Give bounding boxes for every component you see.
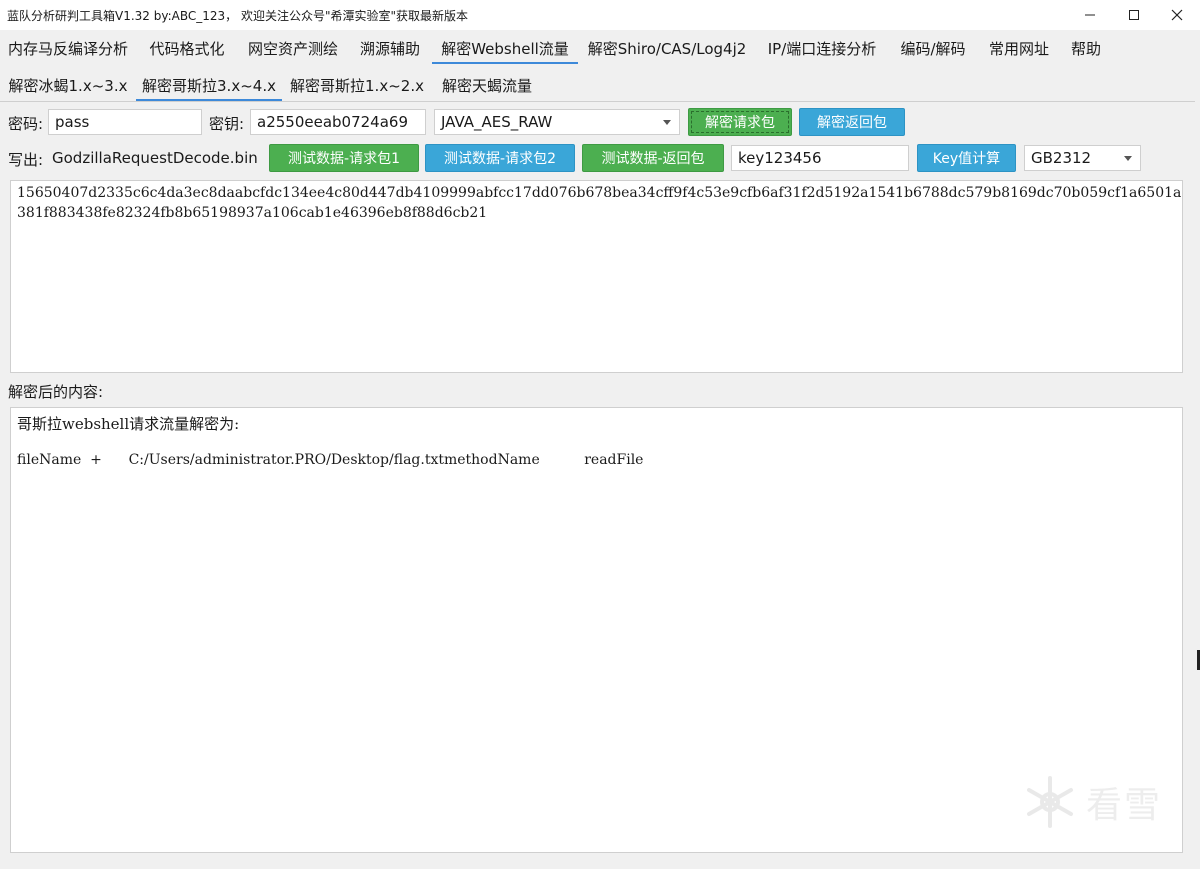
tab-tianxie[interactable]: 解密天蝎流量 bbox=[432, 70, 542, 102]
tab-behinder-1-3[interactable]: 解密冰蝎1.x~3.x bbox=[2, 70, 134, 102]
window-title: 蓝队分析研判工具箱V1.32 by:ABC_123， 欢迎关注公众号"希潭实验室… bbox=[7, 9, 469, 23]
ciphertext-line-1: 15650407d2335c6c4da3ec8daabcfdc134ee4c80… bbox=[17, 185, 1182, 201]
maximize-icon bbox=[1129, 10, 1139, 20]
tab-godzilla-3-4[interactable]: 解密哥斯拉3.x~4.x bbox=[136, 70, 282, 101]
password-input[interactable]: pass bbox=[48, 109, 202, 135]
menu-asset-mapping[interactable]: 网空资产测绘 bbox=[238, 30, 348, 68]
password-label: 密码: bbox=[8, 115, 44, 133]
snowflake-icon bbox=[1026, 776, 1073, 828]
crypto-mode-select[interactable]: JAVA_AES_RAW bbox=[434, 109, 680, 135]
chevron-down-icon bbox=[663, 120, 671, 125]
output-filename: GodzillaRequestDecode.bin bbox=[52, 149, 258, 167]
menu-decrypt-webshell[interactable]: 解密Webshell流量 bbox=[432, 30, 578, 64]
minimize-icon bbox=[1085, 14, 1095, 16]
decrypt-request-button[interactable]: 解密请求包 bbox=[688, 108, 792, 136]
chevron-down-icon bbox=[1124, 156, 1132, 161]
key-value-input[interactable]: key123456 bbox=[731, 145, 909, 171]
encoding-select[interactable]: GB2312 bbox=[1024, 145, 1141, 171]
menu-ip-port-analysis[interactable]: IP/端口连接分析 bbox=[756, 30, 888, 68]
ciphertext-input-area[interactable]: 15650407d2335c6c4da3ec8daabcfdc134ee4c80… bbox=[10, 180, 1183, 373]
test-request2-button[interactable]: 测试数据-请求包2 bbox=[425, 144, 575, 172]
menu-help[interactable]: 帮助 bbox=[1062, 30, 1110, 68]
menu-common-urls[interactable]: 常用网址 bbox=[978, 30, 1060, 68]
tab-godzilla-1-2[interactable]: 解密哥斯拉1.x~2.x bbox=[284, 70, 430, 102]
decrypted-content-label: 解密后的内容: bbox=[8, 383, 104, 401]
close-button[interactable] bbox=[1155, 0, 1199, 30]
watermark: 看雪 bbox=[1022, 774, 1162, 830]
close-icon bbox=[1171, 9, 1183, 21]
title-bar: 蓝队分析研判工具箱V1.32 by:ABC_123， 欢迎关注公众号"希潭实验室… bbox=[0, 0, 1200, 30]
menu-memshell-decompile[interactable]: 内存马反编译分析 bbox=[0, 30, 136, 68]
decrypt-response-button[interactable]: 解密返回包 bbox=[799, 108, 905, 136]
watermark-text: 看雪 bbox=[1085, 785, 1162, 826]
webshell-subtabs: 解密冰蝎1.x~3.x 解密哥斯拉3.x~4.x 解密哥斯拉1.x~2.x 解密… bbox=[0, 70, 1195, 102]
menu-trace-assist[interactable]: 溯源辅助 bbox=[350, 30, 430, 68]
key-input[interactable]: a2550eeab0724a69 bbox=[250, 109, 426, 135]
test-request1-button[interactable]: 测试数据-请求包1 bbox=[269, 144, 419, 172]
minimize-button[interactable] bbox=[1068, 0, 1112, 30]
key-label: 密钥: bbox=[209, 115, 245, 133]
crypto-mode-value: JAVA_AES_RAW bbox=[441, 113, 553, 131]
menu-encode-decode[interactable]: 编码/解码 bbox=[890, 30, 976, 68]
decrypted-line: fileName + C:/Users/administrator.PRO/De… bbox=[17, 452, 644, 468]
encoding-value: GB2312 bbox=[1031, 149, 1092, 167]
decrypted-output-area[interactable]: 哥斯拉webshell请求流量解密为: fileName + C:/Users/… bbox=[10, 407, 1183, 853]
decrypted-heading: 哥斯拉webshell请求流量解密为: bbox=[17, 415, 240, 433]
main-menu-bar: 内存马反编译分析 代码格式化 网空资产测绘 溯源辅助 解密Webshell流量 … bbox=[0, 30, 1200, 68]
key-calc-button[interactable]: Key值计算 bbox=[917, 144, 1016, 172]
menu-code-format[interactable]: 代码格式化 bbox=[138, 30, 236, 68]
menu-decrypt-shiro[interactable]: 解密Shiro/CAS/Log4j2 bbox=[580, 30, 754, 68]
ciphertext-line-2: 381f883438fe82324fb8b65198937a106cab1e46… bbox=[17, 205, 488, 221]
test-response-button[interactable]: 测试数据-返回包 bbox=[582, 144, 724, 172]
output-label: 写出: bbox=[8, 151, 44, 169]
maximize-button[interactable] bbox=[1112, 0, 1156, 30]
